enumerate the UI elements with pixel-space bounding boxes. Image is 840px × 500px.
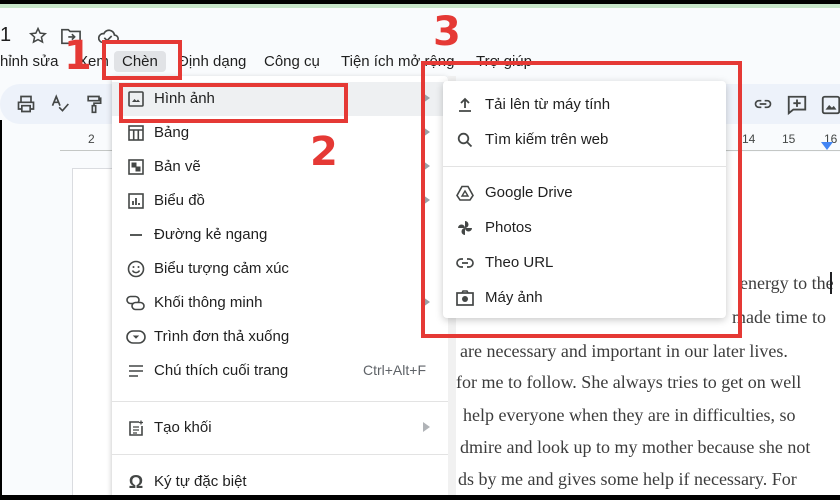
insert-image-icon[interactable]: [820, 94, 840, 116]
text-cursor: [830, 272, 832, 294]
document-text-line: energy to the: [740, 273, 834, 293]
submenu-arrow-icon: [423, 422, 430, 432]
annotation-number-2: 2: [310, 129, 338, 175]
menu-format[interactable]: Định dạng: [170, 51, 254, 72]
omega-icon: Ω: [128, 471, 144, 492]
insert-menu-item-special-characters[interactable]: Ω Ký tự đặc biệt: [112, 465, 448, 499]
ruler-label: 2: [88, 132, 95, 146]
screen-edge: [0, 120, 2, 500]
footnote-icon: [126, 361, 146, 381]
insert-menu: Hình ảnh Bảng Bản vẽ Biểu đồ Đường kẻ ng…: [112, 76, 448, 500]
insert-menu-item-emoji[interactable]: Biểu tượng cảm xúc: [112, 252, 448, 286]
insert-menu-item-horizontal-line[interactable]: Đường kẻ ngang: [112, 218, 448, 252]
keyboard-shortcut: Ctrl+Alt+F: [362, 362, 426, 378]
add-comment-icon[interactable]: [786, 94, 808, 116]
chart-icon: [126, 191, 146, 211]
insert-menu-item-chart[interactable]: Biểu đồ: [112, 184, 448, 218]
annotation-number-3: 3: [433, 9, 461, 55]
paint-format-icon[interactable]: [84, 94, 106, 116]
dropdown-icon: [126, 327, 146, 347]
smart-chips-icon: [126, 293, 146, 313]
annotation-number-1: 1: [64, 33, 92, 79]
spellcheck-icon[interactable]: [50, 94, 72, 116]
screen-bottom-edge: [0, 495, 840, 500]
table-icon: [126, 123, 146, 143]
annotation-box-step-2: [119, 83, 348, 123]
menu-tools[interactable]: Công cụ: [256, 51, 328, 72]
document-text-line: ds by me and gives some help if necessar…: [458, 469, 797, 489]
menu-edit[interactable]: hỉnh sửa: [0, 51, 66, 72]
insert-menu-item-smart-chips[interactable]: Khối thông minh: [112, 286, 448, 320]
document-text-line: are necessary and important in our later…: [460, 341, 788, 361]
horizontal-line-icon: [126, 225, 146, 245]
emoji-icon: [126, 259, 146, 279]
drawing-icon: [126, 157, 146, 177]
screen: 1 hỉnh sửa Xem Chèn Định dạng Công cụ Ti…: [0, 0, 840, 500]
ruler-label: 14: [742, 132, 756, 146]
insert-menu-item-drawing[interactable]: Bản vẽ: [112, 150, 448, 184]
star-icon[interactable]: [28, 26, 50, 48]
document-text-line: for me to follow. She always tries to ge…: [456, 372, 802, 392]
right-indent-marker[interactable]: [821, 142, 833, 150]
building-blocks-icon: [126, 418, 146, 438]
document-text-line: dmire and look up to my mother because s…: [460, 437, 811, 457]
insert-menu-item-dropdown[interactable]: Trình đơn thả xuống: [112, 320, 448, 354]
document-text-line: made time to: [732, 307, 826, 327]
ruler-label: 15: [782, 132, 796, 146]
document-text-line: help everyone when they are in difficult…: [463, 405, 796, 425]
annotation-box-step-3: [421, 61, 742, 338]
document-title[interactable]: 1: [0, 24, 11, 47]
menu-divider: [112, 454, 448, 455]
menu-divider: [112, 401, 448, 402]
insert-menu-item-footnote[interactable]: Chú thích cuối trang Ctrl+Alt+F: [112, 354, 448, 388]
print-icon[interactable]: [16, 94, 38, 116]
annotation-box-step-1: [102, 40, 182, 80]
link-icon[interactable]: [752, 94, 774, 116]
insert-menu-item-building-blocks[interactable]: Tạo khối: [112, 411, 448, 445]
